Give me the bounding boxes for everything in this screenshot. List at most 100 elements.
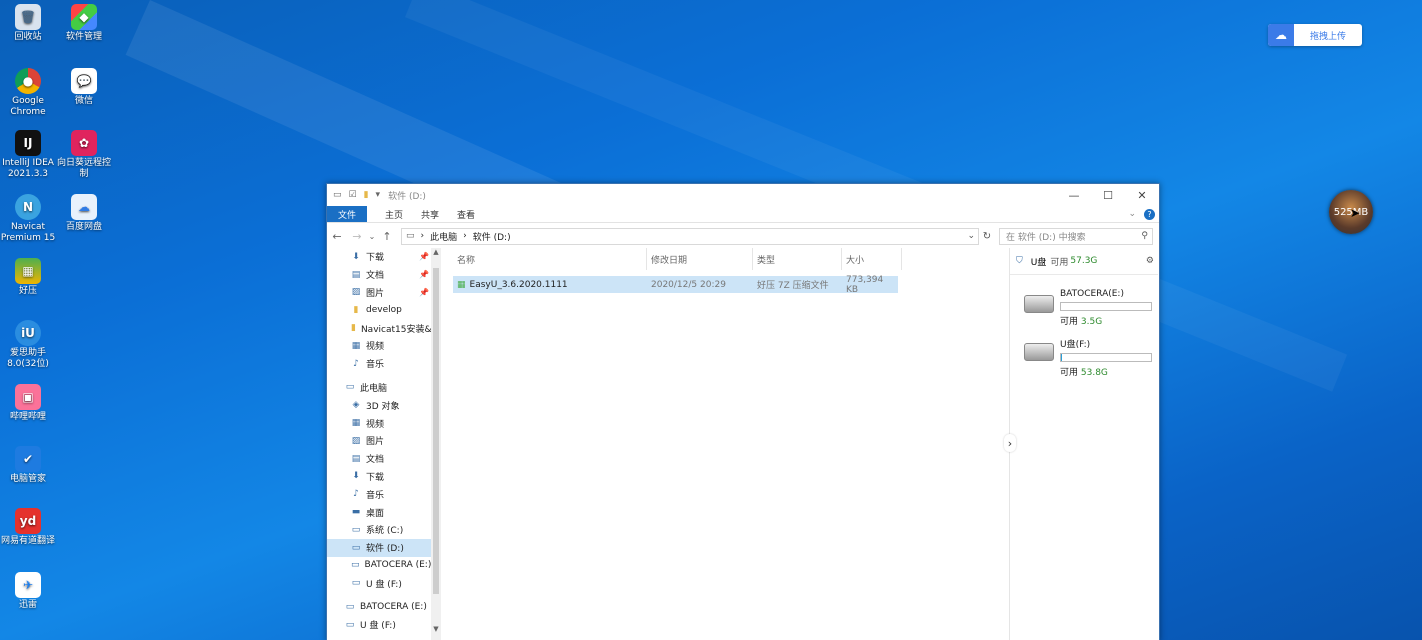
- expand-ribbon-icon[interactable]: ⌄: [1128, 209, 1136, 219]
- desktop-icon-label: 回收站: [14, 32, 42, 42]
- nav-item-label: 视频: [366, 342, 385, 353]
- nav-item[interactable]: ▦ 视频: [327, 414, 431, 432]
- back-arrow-icon[interactable]: ←: [327, 230, 347, 243]
- address-bar[interactable]: ▭ › 此电脑 › 软件 (D:) ⌄: [401, 227, 979, 245]
- desktop-icon-label: 迅雷: [18, 600, 37, 610]
- drive-free-label: 可用: [1060, 317, 1079, 327]
- search-icon[interactable]: ⚲: [1141, 231, 1148, 241]
- title-bar[interactable]: ▭ ☑ ▮ ▾ 软件 (D:) — ☐ ✕: [327, 184, 1159, 206]
- nav-item[interactable]: ▭ 系统 (C:): [327, 521, 431, 539]
- navigation-scrollbar[interactable]: ▲ ▼: [431, 248, 441, 640]
- desktop-icon-label: 向日葵远程控制: [56, 158, 111, 179]
- desktop-icon-bilibili[interactable]: ▣ 哔哩哔哩: [0, 384, 56, 423]
- breadcrumb-drive-d[interactable]: 软件 (D:): [473, 230, 511, 243]
- nav-item-label: BATOCERA (E:): [360, 602, 427, 613]
- desktop-icon-chrome[interactable]: ● Google Chrome: [0, 68, 56, 118]
- drive-info-header: ⛉ U盘 可用 57.3G ⚙: [1010, 248, 1158, 275]
- desktop-icon-sunflower[interactable]: ✿ 向日葵远程控制: [56, 130, 112, 180]
- haozip-icon: ▦: [15, 258, 41, 284]
- column-type[interactable]: 类型: [753, 248, 842, 270]
- new-folder-icon[interactable]: ▮: [364, 190, 369, 200]
- column-date-modified[interactable]: 修改日期: [647, 248, 753, 270]
- nav-item[interactable]: ▮ develop: [327, 301, 431, 319]
- scroll-up-icon[interactable]: ▲: [431, 248, 441, 256]
- close-button[interactable]: ✕: [1125, 189, 1159, 202]
- search-placeholder: 在 软件 (D:) 中搜索: [1006, 232, 1086, 243]
- scrollbar-thumb[interactable]: [433, 268, 439, 594]
- nav-item[interactable]: ▬ 桌面: [327, 503, 431, 521]
- maximize-button[interactable]: ☐: [1091, 189, 1125, 202]
- up-arrow-icon[interactable]: ↑: [377, 230, 397, 243]
- scroll-down-icon[interactable]: ▼: [431, 625, 441, 633]
- nav-item[interactable]: ▤ 文档: [327, 450, 431, 468]
- forward-arrow-icon[interactable]: →: [347, 230, 367, 243]
- recent-locations-icon[interactable]: ⌄: [367, 232, 377, 241]
- nav-item-label: 音乐: [366, 360, 385, 371]
- nav-item[interactable]: ▨ 图片: [327, 432, 431, 450]
- nav-item-icon: ▭: [351, 578, 361, 589]
- desktop-icon-wechat[interactable]: 💬 微信: [56, 68, 112, 107]
- nav-item-icon: ▦: [351, 418, 361, 429]
- drag-upload-widget[interactable]: ☁ 拖拽上传: [1268, 24, 1362, 46]
- nav-item[interactable]: ⬇ 下载: [327, 468, 431, 486]
- youdao-icon: yd: [15, 508, 41, 534]
- column-size[interactable]: 大小: [842, 248, 902, 270]
- properties-icon[interactable]: ☑: [349, 190, 357, 200]
- desktop-icon-youdao[interactable]: yd 网易有道翻译: [0, 508, 56, 547]
- minimize-button[interactable]: —: [1057, 189, 1091, 202]
- nav-item-icon: ♪: [353, 358, 359, 369]
- nav-item[interactable]: ▤ 文档 📌: [327, 266, 431, 284]
- drive-entry-f[interactable]: U盘(F:) 可用 53.8G: [1010, 337, 1158, 378]
- nav-item-label: 文档: [366, 271, 385, 282]
- file-row[interactable]: ▦ EasyU_3.6.2020.1111 2020/12/5 20:29 好压…: [453, 275, 898, 295]
- nav-item[interactable]: ▭ U 盘 (F:): [327, 616, 431, 634]
- desktop-icon-navicat[interactable]: N Navicat Premium 15: [0, 194, 56, 244]
- nav-item-icon: ▭: [351, 542, 361, 553]
- column-name[interactable]: 名称: [453, 248, 647, 270]
- settings-gear-icon[interactable]: ⚙: [1146, 256, 1154, 266]
- drive-entry-e[interactable]: BATOCERA(E:) 可用 3.5G: [1010, 289, 1158, 327]
- refresh-icon[interactable]: ↻: [979, 231, 995, 242]
- quick-access-toolbar: ▭ ☑ ▮ ▾: [333, 190, 380, 200]
- desktop-icon-xunlei[interactable]: ✈ 迅雷: [0, 572, 56, 611]
- nav-item-label: U 盘 (F:): [360, 621, 396, 632]
- nav-item[interactable]: ▭ 此电脑: [327, 379, 431, 397]
- nav-item[interactable]: ▮ Navicat15安装&: [327, 319, 431, 337]
- nav-item[interactable]: ▨ 图片 📌: [327, 284, 431, 302]
- nav-item-icon: ▦: [351, 340, 361, 351]
- nav-item[interactable]: ▭ U 盘 (F:): [327, 574, 431, 592]
- tab-view[interactable]: 查看: [457, 208, 475, 221]
- nav-item[interactable]: ▭ BATOCERA (E:): [327, 598, 431, 616]
- search-input[interactable]: 在 软件 (D:) 中搜索 ⚲: [999, 227, 1153, 245]
- nav-item[interactable]: ▭ BATOCERA (E:): [327, 557, 431, 575]
- desktop-icon-baidu-netdisk[interactable]: ☁ 百度网盘: [56, 194, 112, 233]
- software-manager-icon: ◆: [71, 4, 97, 30]
- breadcrumb-this-pc[interactable]: 此电脑: [430, 230, 457, 243]
- chevron-right-icon[interactable]: ›: [1004, 434, 1016, 452]
- desktop-icon-haozip[interactable]: ▦ 好压: [0, 258, 56, 297]
- baidu-netdisk-icon: ☁: [71, 194, 97, 220]
- desktop-icon-software-manager[interactable]: ◆ 软件管理: [56, 4, 112, 43]
- drive-info-free-label: 可用: [1050, 257, 1069, 268]
- nav-item[interactable]: ♪ 音乐: [327, 355, 431, 373]
- nav-item[interactable]: ▭ 软件 (D:): [327, 538, 431, 557]
- tab-share[interactable]: 共享: [421, 208, 439, 221]
- nav-item-label: Navicat15安装&: [360, 324, 431, 335]
- nav-item[interactable]: ⬇ 下载 📌: [327, 248, 431, 266]
- nav-item[interactable]: ♪ 音乐: [327, 485, 431, 503]
- ribbon-tabs: 文件 主页 共享 查看 ⌄ ?: [327, 206, 1159, 223]
- nav-item[interactable]: ▦ 视频: [327, 337, 431, 355]
- desktop-icon-pc-manager[interactable]: ✔ 电脑管家: [0, 446, 56, 485]
- desktop-icon-intellij[interactable]: IJ IntelliJ IDEA 2021.3.3: [0, 130, 56, 180]
- tab-file[interactable]: 文件: [327, 206, 367, 222]
- drive-name: U盘(F:): [1060, 340, 1091, 350]
- address-dropdown-icon[interactable]: ⌄: [967, 231, 975, 241]
- help-icon[interactable]: ?: [1144, 208, 1155, 220]
- desktop-icon-recycle-bin[interactable]: 🗑 回收站: [0, 4, 56, 43]
- nav-item-label: develop: [366, 305, 402, 316]
- tab-home[interactable]: 主页: [385, 208, 403, 221]
- desktop-icon-i4[interactable]: iU 爱思助手 8.0(32位): [0, 320, 56, 370]
- recycle-bin-icon: 🗑: [15, 4, 41, 30]
- nav-item[interactable]: ◈ 3D 对象: [327, 396, 431, 414]
- customize-toolbar-icon[interactable]: ▾: [376, 190, 381, 200]
